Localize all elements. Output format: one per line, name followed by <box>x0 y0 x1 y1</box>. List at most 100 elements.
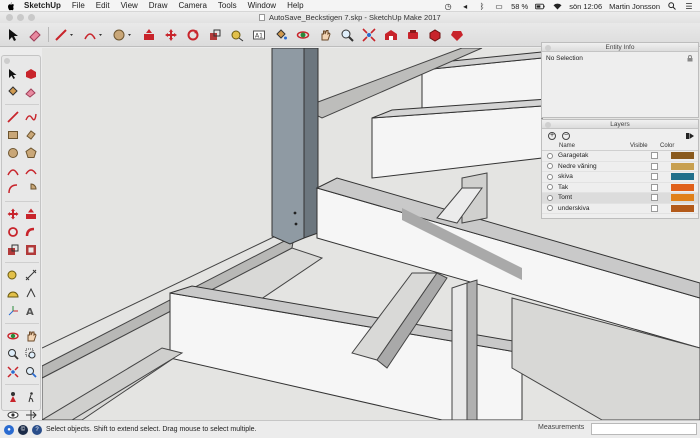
circle-icon[interactable] <box>5 145 21 161</box>
shape-icon[interactable] <box>111 26 135 43</box>
zoom-icon[interactable] <box>5 346 21 362</box>
components-icon[interactable] <box>426 26 443 43</box>
push-pull-icon[interactable] <box>140 26 157 43</box>
tape-measure-icon[interactable] <box>228 26 245 43</box>
protractor-icon[interactable] <box>5 285 21 301</box>
warehouse-icon[interactable] <box>382 26 399 43</box>
apple-menu-icon[interactable] <box>6 1 15 11</box>
rotate-icon[interactable] <box>184 26 201 43</box>
scale-icon[interactable] <box>206 26 223 43</box>
pie-icon[interactable] <box>23 181 39 197</box>
layer-active-radio[interactable] <box>547 152 553 159</box>
follow-me-icon[interactable] <box>23 224 39 240</box>
menu-draw[interactable]: Draw <box>149 0 168 12</box>
clock-text[interactable]: sön 12:06 <box>569 2 602 11</box>
text-icon[interactable]: A1 <box>250 26 267 43</box>
move-icon[interactable] <box>5 206 21 222</box>
rotate-icon[interactable] <box>5 224 21 240</box>
dimension-icon[interactable] <box>23 267 39 283</box>
eraser-icon[interactable] <box>23 84 39 100</box>
walk-icon[interactable] <box>23 389 39 405</box>
layer-row[interactable]: skiva <box>542 172 698 183</box>
layer-name[interactable]: underskiva <box>558 205 651 212</box>
display-icon[interactable]: ▭ <box>494 2 504 11</box>
rectangle-icon[interactable] <box>5 127 21 143</box>
layer-name[interactable]: Tomt <box>558 194 651 201</box>
layer-active-radio[interactable] <box>547 205 553 212</box>
arc-icon[interactable] <box>82 26 106 43</box>
menu-tools[interactable]: Tools <box>218 0 237 12</box>
rotated-rectangle-icon[interactable] <box>23 127 39 143</box>
menu-camera[interactable]: Camera <box>178 0 206 12</box>
layer-color-swatch[interactable] <box>671 152 694 160</box>
previous-view-icon[interactable] <box>23 364 39 380</box>
menu-edit[interactable]: Edit <box>96 0 110 12</box>
layer-visible-checkbox[interactable] <box>651 162 658 170</box>
position-camera-icon[interactable] <box>5 389 21 405</box>
layer-row[interactable]: underskiva <box>542 204 698 214</box>
entity-info-close-icon[interactable] <box>545 44 551 51</box>
layer-row[interactable]: Tomt <box>542 193 698 204</box>
layer-row[interactable]: Nedre våning <box>542 162 698 172</box>
layer-color-swatch[interactable] <box>671 183 694 191</box>
search-icon[interactable] <box>667 2 677 10</box>
freehand-icon[interactable] <box>23 109 39 125</box>
arc-icon[interactable] <box>5 163 21 179</box>
polygon-icon[interactable] <box>23 145 39 161</box>
layer-visible-checkbox[interactable] <box>651 183 658 191</box>
minimize-window-icon[interactable] <box>17 14 24 21</box>
layer-name[interactable]: Nedre våning <box>558 163 651 170</box>
zoom-extents-icon[interactable] <box>5 364 21 380</box>
layer-active-radio[interactable] <box>547 163 553 170</box>
paint-bucket-icon[interactable] <box>5 84 21 100</box>
line-icon[interactable] <box>5 109 21 125</box>
battery-percent[interactable]: 58 % <box>511 2 528 11</box>
clock-icon[interactable]: ◷ <box>443 2 453 11</box>
close-window-icon[interactable] <box>6 14 13 21</box>
instructor-icon[interactable]: ? <box>32 424 42 435</box>
geo-location-icon[interactable]: ● <box>4 424 14 435</box>
axes-icon[interactable] <box>5 303 21 319</box>
offset-icon[interactable] <box>23 242 39 258</box>
layer-active-radio[interactable] <box>547 194 553 201</box>
layers-close-icon[interactable] <box>545 121 551 128</box>
layer-name[interactable]: skiva <box>558 173 651 180</box>
3d-text-icon[interactable]: A <box>23 303 39 319</box>
menu-file[interactable]: File <box>72 0 85 12</box>
push-pull-icon[interactable] <box>23 206 39 222</box>
layer-color-swatch[interactable] <box>671 204 694 212</box>
volume-icon[interactable]: ◂ <box>460 2 470 11</box>
extension-icon[interactable] <box>404 26 421 43</box>
add-layer-icon[interactable]: + <box>548 131 556 140</box>
layer-visible-checkbox[interactable] <box>651 152 658 160</box>
orbit-icon[interactable] <box>5 328 21 344</box>
tape-measure-icon[interactable] <box>5 267 21 283</box>
pan-icon[interactable] <box>23 328 39 344</box>
layer-color-swatch[interactable] <box>671 173 694 181</box>
layer-visible-checkbox[interactable] <box>651 194 658 202</box>
scale-icon[interactable] <box>5 242 21 258</box>
layer-active-radio[interactable] <box>547 173 553 180</box>
zoom-icon[interactable] <box>338 26 355 43</box>
column-name[interactable]: Name <box>559 143 630 149</box>
three-point-arc-icon[interactable] <box>5 181 21 197</box>
ruby-icon[interactable] <box>448 26 465 43</box>
notification-center-icon[interactable]: ☰ <box>684 2 694 11</box>
layer-name[interactable]: Garagetak <box>558 152 651 159</box>
select-icon[interactable] <box>4 26 21 43</box>
palette-close-icon[interactable] <box>4 58 10 64</box>
layer-visible-checkbox[interactable] <box>651 204 658 212</box>
credits-icon[interactable]: © <box>18 424 28 435</box>
user-name[interactable]: Martin Jonsson <box>609 2 660 11</box>
zoom-extents-icon[interactable] <box>360 26 377 43</box>
layer-details-icon[interactable] <box>686 132 694 142</box>
column-color[interactable]: Color <box>660 143 684 149</box>
zoom-window-icon[interactable] <box>28 14 35 21</box>
orbit-icon[interactable] <box>294 26 311 43</box>
zoom-window-icon[interactable] <box>23 346 39 362</box>
layer-color-swatch[interactable] <box>671 162 694 170</box>
measurements-input[interactable] <box>591 423 697 435</box>
menu-help[interactable]: Help <box>287 0 303 12</box>
menu-window[interactable]: Window <box>248 0 276 12</box>
bluetooth-icon[interactable]: ᛒ <box>477 2 487 11</box>
